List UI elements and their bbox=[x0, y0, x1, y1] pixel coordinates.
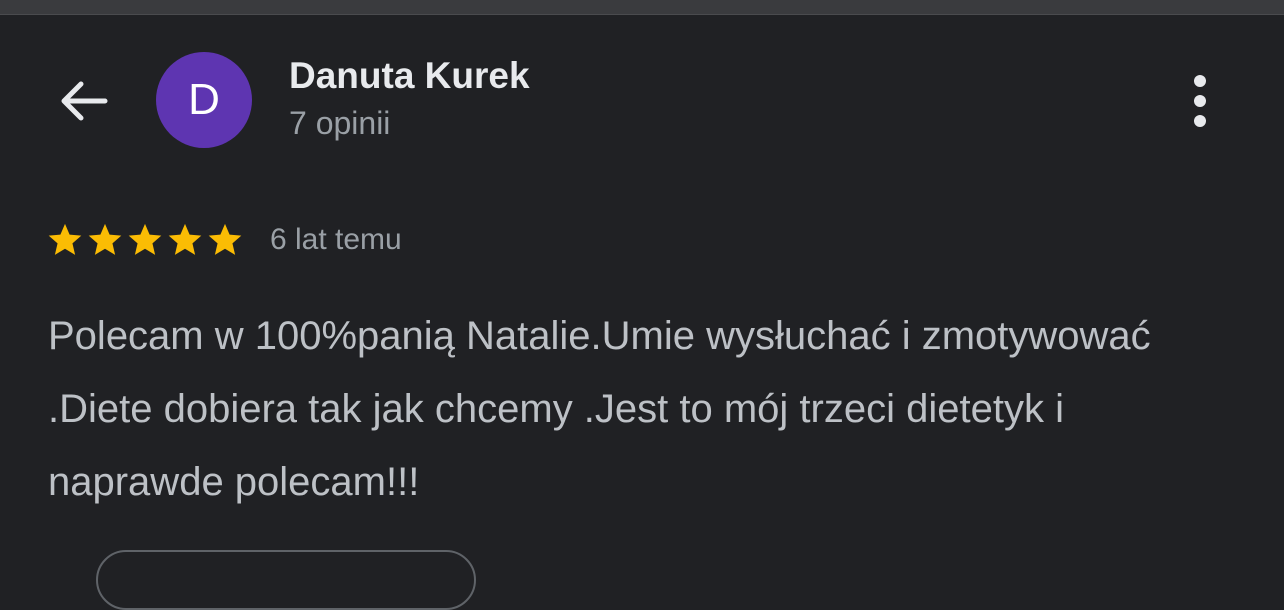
star-icon bbox=[48, 223, 82, 255]
top-divider-strip bbox=[0, 0, 1284, 15]
star-rating bbox=[46, 221, 244, 259]
review-text: Polecam w 100%panią Natalie.Umie wysłuch… bbox=[48, 314, 1151, 504]
avatar[interactable]: D bbox=[156, 52, 252, 148]
more-vert-icon bbox=[1194, 75, 1206, 127]
more-options-button[interactable] bbox=[1176, 73, 1224, 129]
star-icon bbox=[168, 223, 202, 255]
reviewer-name[interactable]: Danuta Kurek bbox=[289, 55, 530, 97]
avatar-letter: D bbox=[188, 75, 220, 124]
star-icon bbox=[128, 223, 162, 255]
arrow-back-icon bbox=[61, 81, 108, 121]
reviewer-header: D Danuta Kurek 7 opinii bbox=[0, 15, 1284, 185]
star-icon bbox=[208, 223, 242, 255]
reviewer-review-count: 7 opinii bbox=[289, 105, 391, 141]
review-date: 6 lat temu bbox=[270, 223, 402, 256]
partial-chip-button[interactable] bbox=[96, 550, 476, 610]
star-icon bbox=[88, 223, 122, 255]
rating-row: 6 lat temu bbox=[46, 216, 402, 264]
back-button[interactable] bbox=[54, 73, 112, 129]
